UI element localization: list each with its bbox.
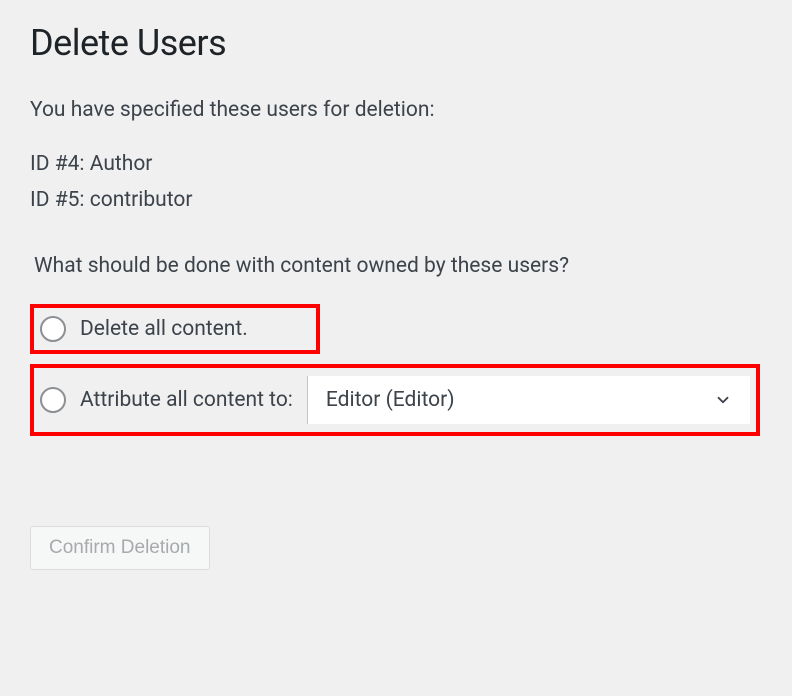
radio-attribute[interactable]: [40, 387, 66, 413]
user-item: ID #4: Author: [30, 152, 762, 176]
user-list: ID #4: Author ID #5: contributor: [30, 152, 762, 212]
option-delete-all[interactable]: Delete all content.: [30, 304, 320, 354]
content-question: What should be done with content owned b…: [30, 254, 762, 278]
attribute-user-select[interactable]: Editor (Editor): [307, 376, 750, 424]
page-title: Delete Users: [30, 22, 762, 64]
select-value: Editor (Editor): [326, 388, 455, 412]
user-item: ID #5: contributor: [30, 188, 762, 212]
button-row: Confirm Deletion: [30, 526, 762, 570]
deletion-subtitle: You have specified these users for delet…: [30, 98, 762, 122]
option-attribute-label: Attribute all content to:: [80, 388, 293, 412]
option-delete-label: Delete all content.: [80, 317, 248, 341]
option-attribute[interactable]: Attribute all content to: Editor (Editor…: [30, 364, 760, 436]
confirm-deletion-button[interactable]: Confirm Deletion: [30, 526, 210, 570]
radio-delete-all[interactable]: [40, 316, 66, 342]
chevron-down-icon: [714, 391, 732, 409]
